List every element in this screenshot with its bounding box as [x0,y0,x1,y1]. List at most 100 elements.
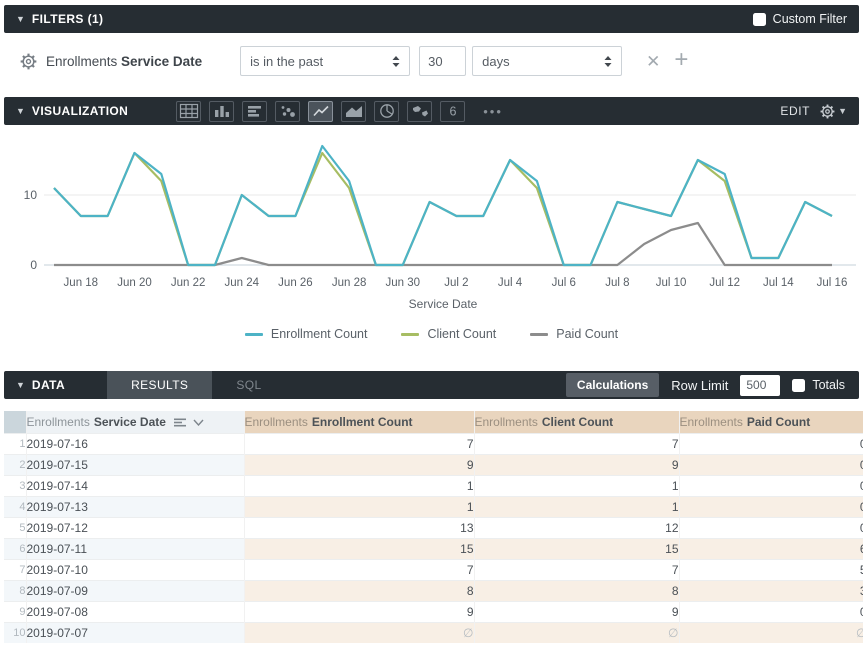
filter-unit-select[interactable]: days [472,46,622,76]
data-title: DATA [32,378,65,392]
custom-filter-checkbox[interactable] [753,13,766,26]
row-number-header [4,411,26,433]
cell-value: 1 [474,475,679,496]
cell-value: 6 [679,538,863,559]
filter-gear-icon[interactable] [20,53,37,70]
cell-service-date: 2019-07-08 [26,601,244,622]
table-row: 42019-07-13110 [4,496,863,517]
cell-service-date: 2019-07-16 [26,433,244,454]
data-collapse-caret-icon[interactable]: ▼ [16,380,25,390]
cell-value: 0 [679,433,863,454]
calculations-button[interactable]: Calculations [566,373,659,397]
legend-item-paid-count: Paid Count [530,327,618,341]
filters-collapse-caret-icon[interactable]: ▼ [16,14,25,24]
filter-value-input[interactable] [419,46,466,76]
cell-value: 5 [679,559,863,580]
cell-value: 15 [474,538,679,559]
x-tick-label: Jul 8 [605,277,629,289]
row-number: 6 [4,538,26,559]
viz-type-line-icon[interactable] [308,101,333,122]
x-tick-label: Jun 24 [225,277,260,289]
filters-bar: ▼ FILTERS (1) Custom Filter [4,5,859,33]
viz-type-scatter-icon[interactable] [275,101,300,122]
row-limit-input[interactable] [740,375,780,396]
column-field-label: Paid Count [747,415,810,429]
cell-value: 7 [244,559,474,580]
line-chart: 010Jun 18Jun 20Jun 22Jun 24Jun 26Jun 28J… [4,125,859,345]
x-tick-label: Jul 2 [444,277,468,289]
x-tick-label: Jun 22 [171,277,206,289]
chart-plot-area: 010Jun 18Jun 20Jun 22Jun 24Jun 26Jun 28J… [4,125,863,313]
viz-type-table-icon[interactable] [176,101,201,122]
table-row: 12019-07-16770 [4,433,863,454]
viz-type-bar-icon[interactable] [209,101,234,122]
tab-sql[interactable]: SQL [212,371,285,399]
cell-value: 0 [679,496,863,517]
cell-value: 1 [244,496,474,517]
cell-value: 7 [474,433,679,454]
table-row: 92019-07-08990 [4,601,863,622]
cell-value: 7 [474,559,679,580]
viz-type-horizontal-bar-icon[interactable] [242,101,267,122]
column-field-label: Enrollment Count [312,415,413,429]
cell-service-date: 2019-07-10 [26,559,244,580]
column-field-label: Client Count [542,415,613,429]
totals-checkbox[interactable] [792,379,805,392]
visualization-bar: ▼ VISUALIZATION 6 ••• EDIT ▼ [4,97,859,125]
cell-value: 0 [679,475,863,496]
x-tick-label: Jul 10 [656,277,687,289]
cell-value: 0 [679,601,863,622]
column-group-label: Enrollments [475,415,538,429]
legend-label: Client Count [427,327,496,341]
cell-value: 1 [474,496,679,517]
cell-service-date: 2019-07-09 [26,580,244,601]
filter-row: Enrollments Service Date is in the past … [4,33,859,89]
row-number: 5 [4,517,26,538]
visualization-collapse-caret-icon[interactable]: ▼ [16,106,25,116]
filter-operator-select[interactable]: is in the past [240,46,410,76]
series-line-paid-count [54,223,832,265]
viz-type-map-icon[interactable] [407,101,432,122]
x-tick-label: Jul 6 [552,277,576,289]
legend-item-client-count: Client Count [401,327,496,341]
cell-value: 9 [474,601,679,622]
row-number: 4 [4,496,26,517]
cell-value: 7 [244,433,474,454]
edit-button[interactable]: EDIT [780,104,810,118]
row-number: 1 [4,433,26,454]
add-filter-icon[interactable]: + [674,48,688,72]
cell-value: 13 [244,517,474,538]
table-row: 22019-07-15990 [4,454,863,475]
column-header-client-count[interactable]: Enrollments Client Count [474,411,679,433]
cell-service-date: 2019-07-07 [26,622,244,643]
column-header-enrollment-count[interactable]: Enrollments Enrollment Count [244,411,474,433]
viz-type-area-icon[interactable] [341,101,366,122]
select-stepper-icon [604,55,612,68]
cell-value: ∅ [474,622,679,643]
viz-type-single-value-icon[interactable]: 6 [440,101,465,122]
legend-swatch [530,333,548,336]
cell-value: 0 [679,454,863,475]
row-number: 10 [4,622,26,643]
viz-settings-caret-icon: ▼ [838,106,847,116]
column-field-label: Service Date [94,415,166,429]
tab-results[interactable]: RESULTS [107,371,212,399]
chevron-down-icon[interactable] [193,419,204,426]
viz-type-pie-icon[interactable] [374,101,399,122]
x-axis-label: Service Date [409,297,478,311]
chart-legend: Enrollment CountClient CountPaid Count [4,323,859,345]
cell-value: 1 [244,475,474,496]
remove-filter-icon[interactable]: ✕ [646,53,660,70]
table-row: 32019-07-14110 [4,475,863,496]
sort-icon [174,418,187,427]
legend-label: Paid Count [556,327,618,341]
column-header-service-date[interactable]: EnrollmentsService Date [26,411,244,433]
custom-filter-label: Custom Filter [773,12,847,26]
column-header-paid-count[interactable]: EnrollmentsPaid Count [679,411,863,433]
x-tick-label: Jul 14 [763,277,794,289]
cell-value: 12 [474,517,679,538]
row-number: 3 [4,475,26,496]
viz-settings-button[interactable]: ▼ [820,104,847,119]
viz-more-button[interactable]: ••• [479,101,507,122]
column-group-label: Enrollments [245,415,308,429]
